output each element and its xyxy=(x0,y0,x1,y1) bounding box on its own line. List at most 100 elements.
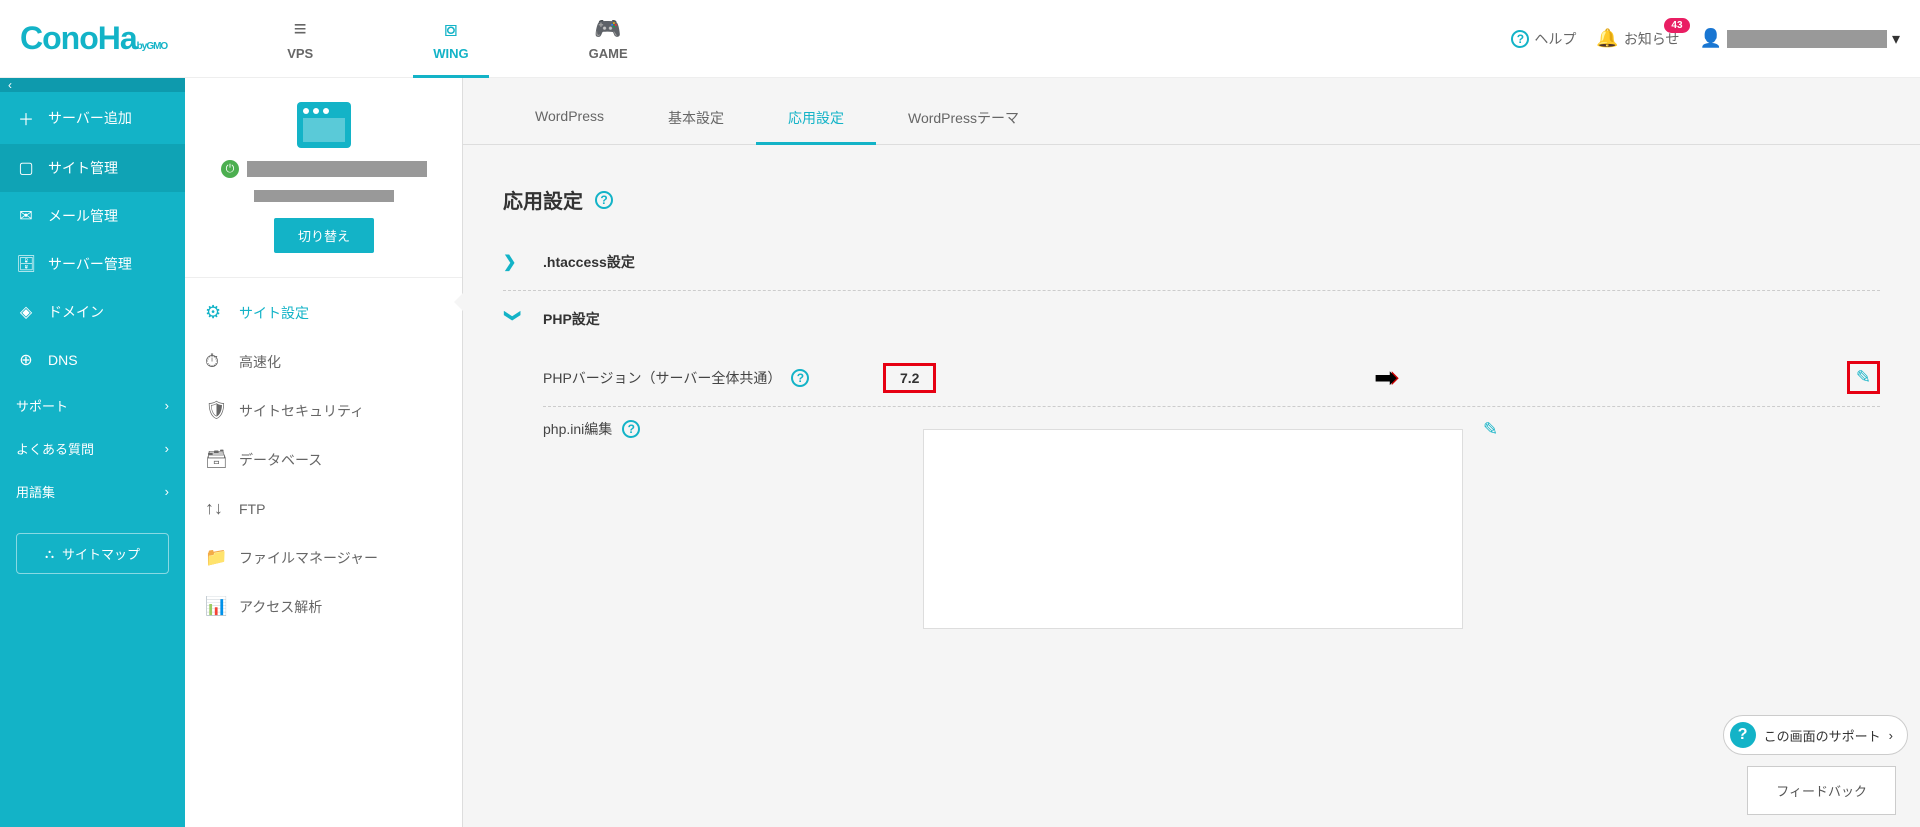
sidebar-sub-label: よくある質問 xyxy=(16,439,94,458)
setting-label: php.ini編集 ? xyxy=(543,419,883,439)
chevron-right-icon: › xyxy=(165,484,169,499)
mid-item-database[interactable]: 🗃 データベース xyxy=(185,435,463,484)
tab-basic-settings[interactable]: 基本設定 xyxy=(636,92,756,144)
logo-sub: byGMO xyxy=(137,41,168,52)
tab-wordpress[interactable]: WordPress xyxy=(503,92,636,144)
product-nav: ≡ VPS ⧇ WING 🎮 GAME xyxy=(267,0,647,78)
sitemap-icon: ⛬ xyxy=(45,546,54,562)
help-icon: ? xyxy=(1511,30,1529,48)
gamepad-icon: 🎮 xyxy=(594,16,621,42)
bell-icon: 🔔 xyxy=(1596,28,1618,49)
php-version-value: 7.2 xyxy=(883,363,936,393)
server-name-redacted xyxy=(247,161,427,177)
chevron-right-icon: › xyxy=(165,398,169,413)
pencil-icon[interactable]: ✎ xyxy=(1483,419,1498,440)
power-on-icon: ⏻ xyxy=(221,160,239,178)
mid-item-speed[interactable]: ⏱ 高速化 xyxy=(185,337,463,386)
sidebar-collapse-button[interactable]: ‹ xyxy=(0,78,185,92)
accordion-title: PHP設定 xyxy=(543,309,600,329)
tab-advanced-settings[interactable]: 応用設定 xyxy=(756,92,876,144)
app-window-icon xyxy=(297,102,351,148)
setting-php-version: PHPバージョン（サーバー全体共通） ? 7.2 ➡ ✎ xyxy=(543,349,1880,407)
accordion-body-php: PHPバージョン（サーバー全体共通） ? 7.2 ➡ ✎ php xyxy=(503,329,1880,641)
mid-item-label: ファイルマネージャー xyxy=(239,548,378,568)
help-icon[interactable]: ? xyxy=(595,191,613,209)
active-pointer xyxy=(454,292,464,312)
php-ini-label: php.ini編集 xyxy=(543,419,612,439)
help-icon[interactable]: ? xyxy=(622,420,640,438)
help-link[interactable]: ? ヘルプ xyxy=(1511,29,1576,49)
sidebar-item-label: メール管理 xyxy=(48,206,118,226)
mid-item-label: サイト設定 xyxy=(239,303,309,323)
server-sub-redacted xyxy=(254,190,394,202)
sidebar-sub-label: 用語集 xyxy=(16,482,55,501)
sidebar-left: ‹ ＋ サーバー追加 ▢ サイト管理 ✉ メール管理 🗄 サーバー管理 ◈ ドメ… xyxy=(0,78,185,827)
user-name-redacted xyxy=(1727,30,1887,48)
mid-item-file-manager[interactable]: 📁 ファイルマネージャー xyxy=(185,533,463,582)
accordion-php: ❯ PHP設定 PHPバージョン（サーバー全体共通） ? 7.2 ➡ xyxy=(503,291,1880,659)
mid-item-ftp[interactable]: ↑↓ FTP xyxy=(185,484,463,533)
sitemap-label: サイトマップ xyxy=(62,544,140,563)
mid-item-security[interactable]: 🛡 サイトセキュリティ xyxy=(185,386,463,435)
user-menu[interactable]: 👤 ▾ xyxy=(1700,28,1900,49)
feedback-button[interactable]: フィードバック xyxy=(1747,766,1896,815)
annotation-highlight: ✎ xyxy=(1847,361,1880,394)
sidebar-item-label: ドメイン xyxy=(48,302,104,322)
chevron-right-icon: ❯ xyxy=(503,252,523,272)
accordion-header-php[interactable]: ❯ PHP設定 xyxy=(503,309,1880,329)
stack-icon: 🗄 xyxy=(16,254,36,274)
setting-php-ini: php.ini編集 ? ✎ xyxy=(543,407,1880,641)
window-icon: ▢ xyxy=(16,158,36,178)
accordion-header-htaccess[interactable]: ❯ .htaccess設定 xyxy=(503,252,1880,272)
sidebar-item-server-manage[interactable]: 🗄 サーバー管理 xyxy=(0,240,185,288)
mid-item-site-settings[interactable]: ⚙ サイト設定 xyxy=(185,288,463,337)
logo-text: ConoHa xyxy=(20,20,137,57)
server-icon: ≡ xyxy=(294,16,307,42)
mid-item-label: データベース xyxy=(239,450,322,470)
setting-value: 7.2 xyxy=(883,370,936,386)
sidebar-item-label: サーバー管理 xyxy=(48,254,132,274)
tab-wordpress-theme[interactable]: WordPressテーマ xyxy=(876,92,1051,144)
sidebar-mid: ⏻ 切り替え ⚙ サイト設定 ⏱ 高速化 🛡 サイトセキュリティ 🗃 データベ xyxy=(185,78,463,827)
logo[interactable]: ConoHa byGMO xyxy=(20,20,167,57)
nav-tab-game[interactable]: 🎮 GAME xyxy=(569,0,648,78)
mid-item-label: アクセス解析 xyxy=(239,597,322,617)
folder-icon: 📁 xyxy=(205,547,225,568)
php-ini-textarea[interactable] xyxy=(923,429,1463,629)
annotation-arrow-icon: ➡ xyxy=(1374,361,1397,394)
sidebar-sub-glossary[interactable]: 用語集 › xyxy=(0,470,185,513)
sidebar-item-mail-manage[interactable]: ✉ メール管理 xyxy=(0,192,185,240)
sidebar-sub-support[interactable]: サポート › xyxy=(0,384,185,427)
user-icon: 👤 xyxy=(1700,28,1722,49)
help-badge-icon: ? xyxy=(1730,722,1756,748)
accordion: ❯ .htaccess設定 ❯ PHP設定 PHPバージョン（サーバー全体共通）… xyxy=(463,234,1920,659)
sidebar-sub-faq[interactable]: よくある質問 › xyxy=(0,427,185,470)
notification-badge: 43 xyxy=(1664,18,1689,33)
page-support-button[interactable]: ? この画面のサポート › xyxy=(1723,715,1908,755)
sidebar-item-add-server[interactable]: ＋ サーバー追加 xyxy=(0,92,185,144)
accordion-htaccess: ❯ .htaccess設定 xyxy=(503,234,1880,291)
server-header: ⏻ 切り替え xyxy=(185,78,463,278)
database-icon: 🗃 xyxy=(205,449,225,470)
sidebar-item-site-manage[interactable]: ▢ サイト管理 xyxy=(0,144,185,192)
globe-icon: ⊕ xyxy=(16,350,36,370)
nav-tab-vps[interactable]: ≡ VPS xyxy=(267,0,333,78)
mid-item-label: 高速化 xyxy=(239,352,281,372)
sidebar-item-dns[interactable]: ⊕ DNS xyxy=(0,336,185,384)
notifications-link[interactable]: 🔔 お知らせ 43 xyxy=(1596,28,1679,49)
switch-button[interactable]: 切り替え xyxy=(274,218,374,253)
mid-item-label: FTP xyxy=(239,501,265,517)
mid-item-analytics[interactable]: 📊 アクセス解析 xyxy=(185,582,463,631)
sitemap-button[interactable]: ⛬ サイトマップ xyxy=(16,533,169,574)
header-right: ? ヘルプ 🔔 お知らせ 43 👤 ▾ xyxy=(1511,28,1900,49)
help-icon[interactable]: ? xyxy=(791,369,809,387)
main-content: WordPress 基本設定 応用設定 WordPressテーマ 応用設定 ? … xyxy=(463,78,1920,827)
main-tabs: WordPress 基本設定 応用設定 WordPressテーマ xyxy=(463,92,1920,145)
sidebar-item-domain[interactable]: ◈ ドメイン xyxy=(0,288,185,336)
pencil-icon[interactable]: ✎ xyxy=(1856,367,1871,387)
section-title-text: 応用設定 xyxy=(503,185,583,214)
nav-tab-wing[interactable]: ⧇ WING xyxy=(413,0,488,78)
chevron-down-icon: ❯ xyxy=(503,309,523,329)
chevron-down-icon: ▾ xyxy=(1892,29,1900,49)
nav-tab-label: WING xyxy=(433,46,468,61)
